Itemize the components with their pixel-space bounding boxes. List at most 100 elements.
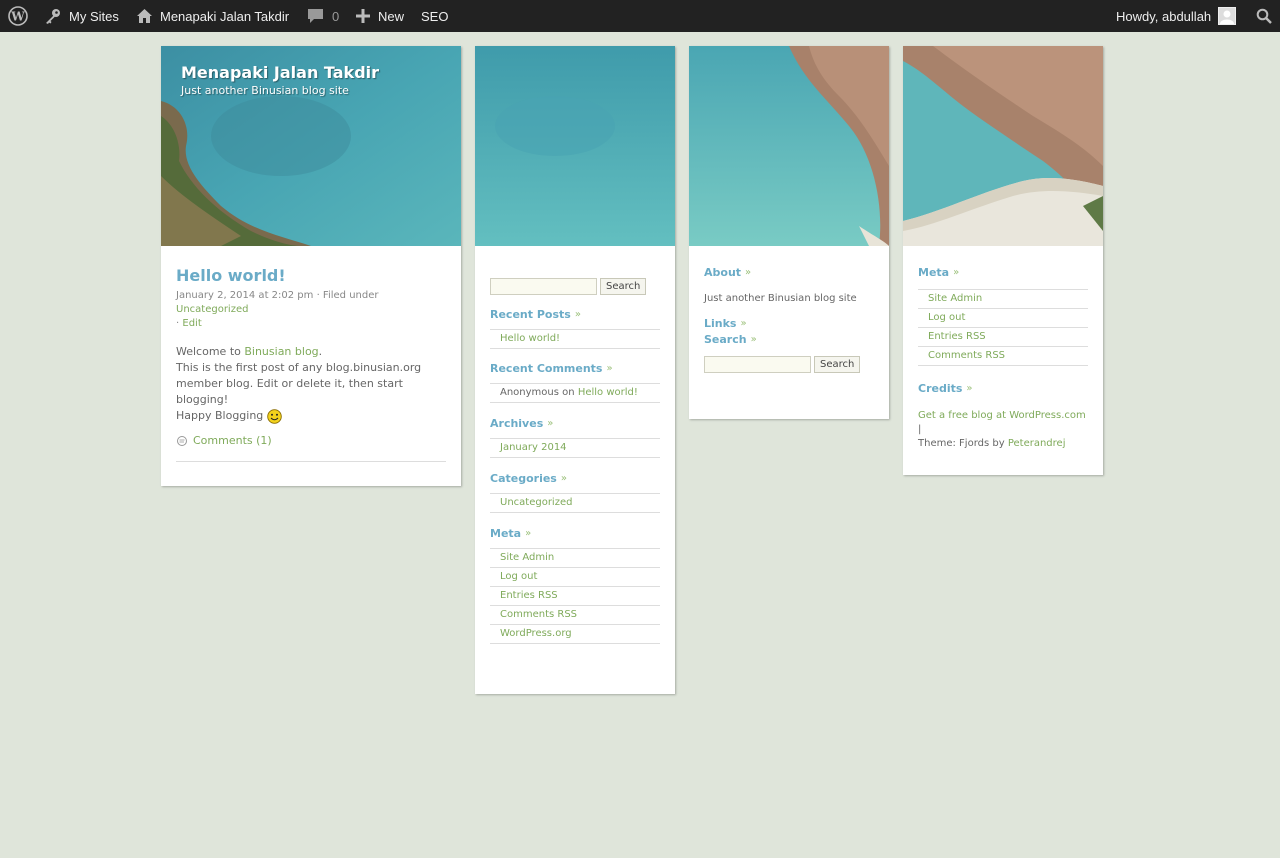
list-item[interactable]: Comments RSS	[918, 347, 1088, 366]
list-item[interactable]: Uncategorized	[490, 494, 660, 513]
sidebar-2-search-form: Search	[704, 356, 874, 373]
site-title[interactable]: Menapaki Jalan Takdir	[181, 63, 379, 82]
seo-menu[interactable]: SEO	[421, 0, 448, 32]
theme-text: Theme: Fjords by	[918, 438, 1005, 449]
raquo-icon: »	[606, 363, 613, 374]
sidebar-1-search-button[interactable]: Search	[600, 278, 647, 295]
post-body: Welcome to Binusian blog. This is the fi…	[176, 344, 446, 424]
header-image-3	[689, 46, 889, 246]
raquo-icon: »	[560, 473, 567, 484]
comments-link[interactable]: Comments (1)	[193, 434, 272, 447]
my-account-menu[interactable]: Howdy, abdullah	[1116, 0, 1237, 32]
archive-link[interactable]: January 2014	[500, 442, 567, 453]
meta-heading: Meta	[490, 527, 522, 540]
key-icon	[46, 9, 60, 24]
about-heading: About	[704, 266, 742, 279]
categories-list: Uncategorized	[490, 493, 660, 513]
meta-list: Site Admin Log out Entries RSS Comments …	[490, 548, 660, 644]
comment-on-label: on	[562, 387, 575, 398]
binusian-blog-link[interactable]: Binusian blog	[244, 345, 318, 358]
meta-site-admin-link-2[interactable]: Site Admin	[928, 293, 982, 304]
archives-heading: Archives	[490, 417, 544, 430]
sidebar-3: Meta » Site Admin Log out Entries RSS Co…	[903, 46, 1103, 475]
my-sites-menu[interactable]: My Sites	[44, 0, 119, 32]
comment-author: Anonymous	[500, 387, 559, 398]
list-item[interactable]: Entries RSS	[490, 587, 660, 606]
post-edit-link[interactable]: Edit	[182, 318, 201, 329]
list-item[interactable]: Log out	[490, 568, 660, 587]
links-heading: Links	[704, 317, 737, 330]
raquo-icon: »	[966, 383, 973, 394]
raquo-icon: »	[745, 267, 752, 278]
categories-heading: Categories	[490, 472, 557, 485]
edit-separator: ·	[176, 318, 180, 329]
comments-menu[interactable]: 0	[307, 0, 339, 32]
my-sites-label: My Sites	[69, 8, 119, 24]
avatar	[1218, 7, 1237, 25]
plus-icon	[356, 9, 370, 23]
about-title: About »	[704, 266, 874, 279]
list-item[interactable]: Site Admin	[918, 290, 1088, 309]
categories-title: Categories »	[490, 472, 660, 485]
list-item[interactable]: Entries RSS	[918, 328, 1088, 347]
list-item[interactable]: Log out	[918, 309, 1088, 328]
howdy-label: Howdy, abdullah	[1116, 8, 1212, 24]
adminbar-search-button[interactable]	[1256, 0, 1272, 32]
site-name-label: Menapaki Jalan Takdir	[160, 8, 290, 24]
seo-label: SEO	[421, 8, 449, 24]
credits-text: Get a free blog at WordPress.com | Theme…	[918, 409, 1088, 451]
wordpress-logo-button[interactable]: W	[8, 0, 28, 32]
post-title[interactable]: Hello world!	[176, 266, 446, 285]
meta-list-2: Site Admin Log out Entries RSS Comments …	[918, 289, 1088, 366]
list-item[interactable]: Comments RSS	[490, 606, 660, 625]
wordpress-com-link[interactable]: Get a free blog at WordPress.com	[918, 410, 1086, 421]
raquo-icon: »	[574, 309, 581, 320]
meta-title-2: Meta »	[918, 266, 1088, 279]
recent-post-link[interactable]: Hello world!	[500, 333, 560, 344]
raquo-icon: »	[953, 267, 960, 278]
welcome-text: Welcome to	[176, 345, 241, 358]
category-link[interactable]: Uncategorized	[500, 497, 572, 508]
meta-entries-rss-link-2[interactable]: Entries RSS	[928, 331, 986, 342]
raquo-icon: »	[750, 334, 757, 345]
meta-comments-rss-link[interactable]: Comments RSS	[500, 609, 577, 620]
about-text: Just another Binusian blog site	[704, 293, 857, 304]
meta-wordpress-org-link[interactable]: WordPress.org	[500, 628, 572, 639]
new-content-menu[interactable]: New	[356, 0, 404, 32]
meta-log-out-link[interactable]: Log out	[500, 571, 537, 582]
archives-list: January 2014	[490, 438, 660, 458]
sidebar-2-search-button[interactable]: Search	[814, 356, 861, 373]
list-item[interactable]: January 2014	[490, 439, 660, 458]
meta-entries-rss-link[interactable]: Entries RSS	[500, 590, 558, 601]
meta-comments-rss-link-2[interactable]: Comments RSS	[928, 350, 1005, 361]
list-item: Anonymous on Hello world!	[490, 384, 660, 403]
header-photo-segment-3	[689, 46, 889, 246]
post-column: Menapaki Jalan Takdir Just another Binus…	[161, 46, 461, 486]
header-image-2	[475, 46, 675, 246]
site-name-menu[interactable]: Menapaki Jalan Takdir	[136, 0, 289, 32]
meta-title: Meta »	[490, 527, 660, 540]
recent-comments-title: Recent Comments »	[490, 362, 660, 375]
search-icon	[1256, 8, 1272, 24]
sidebar-2-content: About » Just another Binusian blog site …	[689, 246, 889, 373]
comment-bubble-icon	[308, 9, 323, 23]
header-photo-segment-2	[475, 46, 675, 246]
list-item[interactable]: Hello world!	[490, 330, 660, 349]
comment-post-link[interactable]: Hello world!	[578, 387, 638, 398]
header-image-1: Menapaki Jalan Takdir Just another Binus…	[161, 46, 461, 246]
sidebar-2: About » Just another Binusian blog site …	[689, 46, 889, 419]
sidebar-1-search-input[interactable]	[490, 278, 597, 295]
search-title: Search »	[704, 333, 874, 346]
happy-blogging-text: Happy Blogging	[176, 409, 264, 422]
meta-site-admin-link[interactable]: Site Admin	[500, 552, 554, 563]
raquo-icon: »	[740, 318, 747, 329]
post-category-link[interactable]: Uncategorized	[176, 304, 248, 315]
comments-icon	[177, 435, 187, 446]
meta-log-out-link-2[interactable]: Log out	[928, 312, 965, 323]
sidebar-1-search-form: Search	[490, 278, 660, 295]
sidebar-3-content: Meta » Site Admin Log out Entries RSS Co…	[903, 246, 1103, 451]
theme-author-link[interactable]: Peterandrej	[1008, 438, 1066, 449]
list-item[interactable]: WordPress.org	[490, 625, 660, 644]
sidebar-2-search-input[interactable]	[704, 356, 811, 373]
list-item[interactable]: Site Admin	[490, 549, 660, 568]
